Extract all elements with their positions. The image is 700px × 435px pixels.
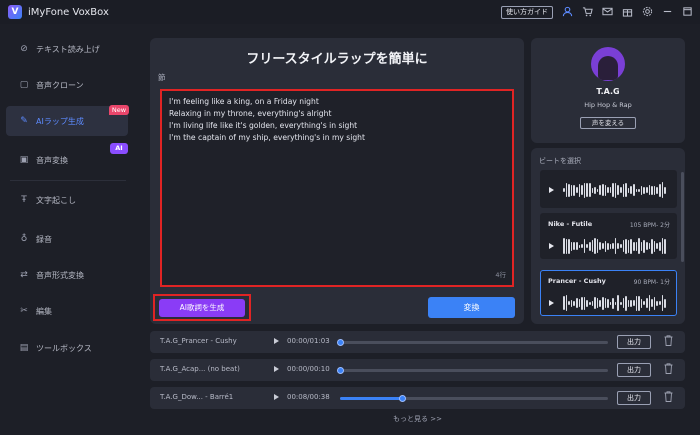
progress-knob[interactable] [337, 367, 344, 374]
trash-icon[interactable] [664, 363, 674, 376]
beat-select-label: ビートを選択 [539, 157, 581, 165]
page-title: フリースタイルラップを簡単に [246, 52, 428, 67]
track-time: 00:00/00:10 [287, 365, 330, 373]
track-time: 00:08/00:38 [287, 393, 330, 401]
play-icon[interactable] [549, 187, 554, 193]
change-voice-button[interactable]: 声を変える [580, 117, 636, 129]
track-row: T.A.G_Prancer - Cushy 00:00/01:03 出力 [150, 331, 685, 353]
titlebar-icons [560, 4, 700, 18]
artist-name: T.A.G [596, 87, 620, 96]
output-button[interactable]: 出力 [617, 391, 651, 405]
more-link[interactable]: もっと見る >> [150, 414, 685, 424]
maximize-icon[interactable] [680, 4, 694, 18]
play-icon[interactable] [274, 366, 279, 372]
track-row: T.A.G_Acap... (no beat) 00:00/00:10 出力 [150, 359, 685, 381]
sidebar-item-record[interactable]: ♁ 録音 [6, 224, 128, 254]
sidebar-item-edit[interactable]: ✂ 編集 [6, 296, 128, 326]
track-time: 00:00/01:03 [287, 337, 330, 345]
cart-icon[interactable] [580, 4, 594, 18]
lyrics-textarea[interactable]: I'm feeling like a king, on a Friday nig… [160, 89, 514, 287]
waveform [563, 237, 671, 255]
lyrics-line: I'm feeling like a king, on a Friday nig… [169, 97, 319, 106]
play-icon[interactable] [549, 243, 554, 249]
app-title: iMyFone VoxBox [28, 6, 109, 18]
sidebar-item-toolbox[interactable]: ▤ ツールボックス [6, 333, 128, 363]
play-icon[interactable] [549, 300, 554, 306]
sidebar-divider [10, 180, 126, 181]
trash-icon[interactable] [664, 335, 674, 348]
play-icon[interactable] [274, 394, 279, 400]
minimize-icon[interactable] [660, 4, 674, 18]
voice-convert-icon: ▣ [19, 155, 29, 165]
edit-icon: ✂ [20, 306, 28, 316]
track-name: T.A.G_Dow... - Barré1 [160, 393, 234, 401]
generate-lyrics-highlight: AI歌詞を生成 [153, 294, 251, 321]
track-progress[interactable] [337, 339, 608, 346]
toolbox-icon: ▤ [19, 343, 29, 353]
voice-clone-icon: ▢ [19, 80, 29, 90]
sidebar-item-label: AIラップ生成 [36, 116, 84, 126]
beat-name: Nike - Futile [548, 220, 593, 228]
app-window: V iMyFone VoxBox 使い方ガイド ⊘ テキスト読み上げ ▢ 音声ク… [0, 0, 700, 435]
ai-badge: AI [110, 143, 128, 154]
sidebar-item-label: ツールボックス [36, 343, 92, 353]
guide-button[interactable]: 使い方ガイド [501, 6, 553, 19]
settings-icon[interactable] [640, 4, 654, 18]
track-row: T.A.G_Dow... - Barré1 00:08/00:38 出力 [150, 387, 685, 409]
beat-name: Prancer - Cushy [548, 277, 606, 285]
artist-genre: Hip Hop & Rap [584, 101, 632, 109]
new-badge: New [109, 105, 129, 115]
sidebar-item-label: 録音 [36, 234, 52, 244]
beat-bpm: 105 BPM- 2分 [629, 222, 670, 229]
progress-knob[interactable] [337, 339, 344, 346]
lyrics-line: Relaxing in my throne, everything's alri… [169, 109, 332, 118]
convert-button[interactable]: 変換 [428, 297, 515, 318]
sidebar-item-label: 編集 [36, 306, 52, 316]
track-name: T.A.G_Acap... (no beat) [160, 365, 240, 373]
transcribe-icon: Ŧ [21, 195, 27, 205]
sidebar-item-label: 文字起こし [36, 195, 76, 205]
beat-scrollbar[interactable] [681, 172, 684, 262]
ai-rap-icon: ✎ [20, 116, 28, 126]
track-progress[interactable] [340, 395, 608, 402]
generate-lyrics-button[interactable]: AI歌詞を生成 [159, 299, 245, 317]
track-progress[interactable] [337, 367, 608, 374]
trash-icon[interactable] [664, 391, 674, 404]
sidebar-item-label: 音声クローン [36, 80, 84, 90]
play-icon[interactable] [274, 338, 279, 344]
waveform [563, 294, 671, 312]
lyrics-line: I'm the captain of my ship, everything's… [169, 133, 365, 142]
mail-icon[interactable] [600, 4, 614, 18]
user-icon[interactable] [560, 4, 574, 18]
line-count: 4行 [495, 271, 506, 279]
beat-bpm: 90 BPM- 1分 [633, 279, 670, 286]
waveform [563, 181, 671, 199]
sidebar-item-voice-clone[interactable]: ▢ 音声クローン [6, 70, 128, 100]
sidebar-item-transcribe[interactable]: Ŧ 文字起こし [6, 185, 128, 215]
format-convert-icon: ⇄ [20, 270, 28, 280]
beat-card-selected[interactable]: Prancer - Cushy 90 BPM- 1分 [540, 270, 677, 316]
progress-knob[interactable] [399, 395, 406, 402]
track-name: T.A.G_Prancer - Cushy [160, 337, 237, 345]
app-logo-icon: V [8, 5, 22, 19]
beat-card[interactable] [540, 170, 677, 208]
sidebar-item-label: 音声変換 [36, 155, 68, 165]
sidebar-item-label: 音声形式変換 [36, 270, 84, 280]
lyrics-line: I'm living life like it's golden, everyt… [169, 121, 358, 130]
output-button[interactable]: 出力 [617, 335, 651, 349]
output-button[interactable]: 出力 [617, 363, 651, 377]
section-label: 節 [158, 73, 166, 82]
sidebar-item-format-convert[interactable]: ⇄ 音声形式変換 [6, 260, 128, 290]
gift-icon[interactable] [620, 4, 634, 18]
artist-avatar[interactable] [591, 47, 625, 81]
record-icon: ♁ [20, 234, 28, 244]
beat-card[interactable]: Nike - Futile 105 BPM- 2分 [540, 213, 677, 259]
